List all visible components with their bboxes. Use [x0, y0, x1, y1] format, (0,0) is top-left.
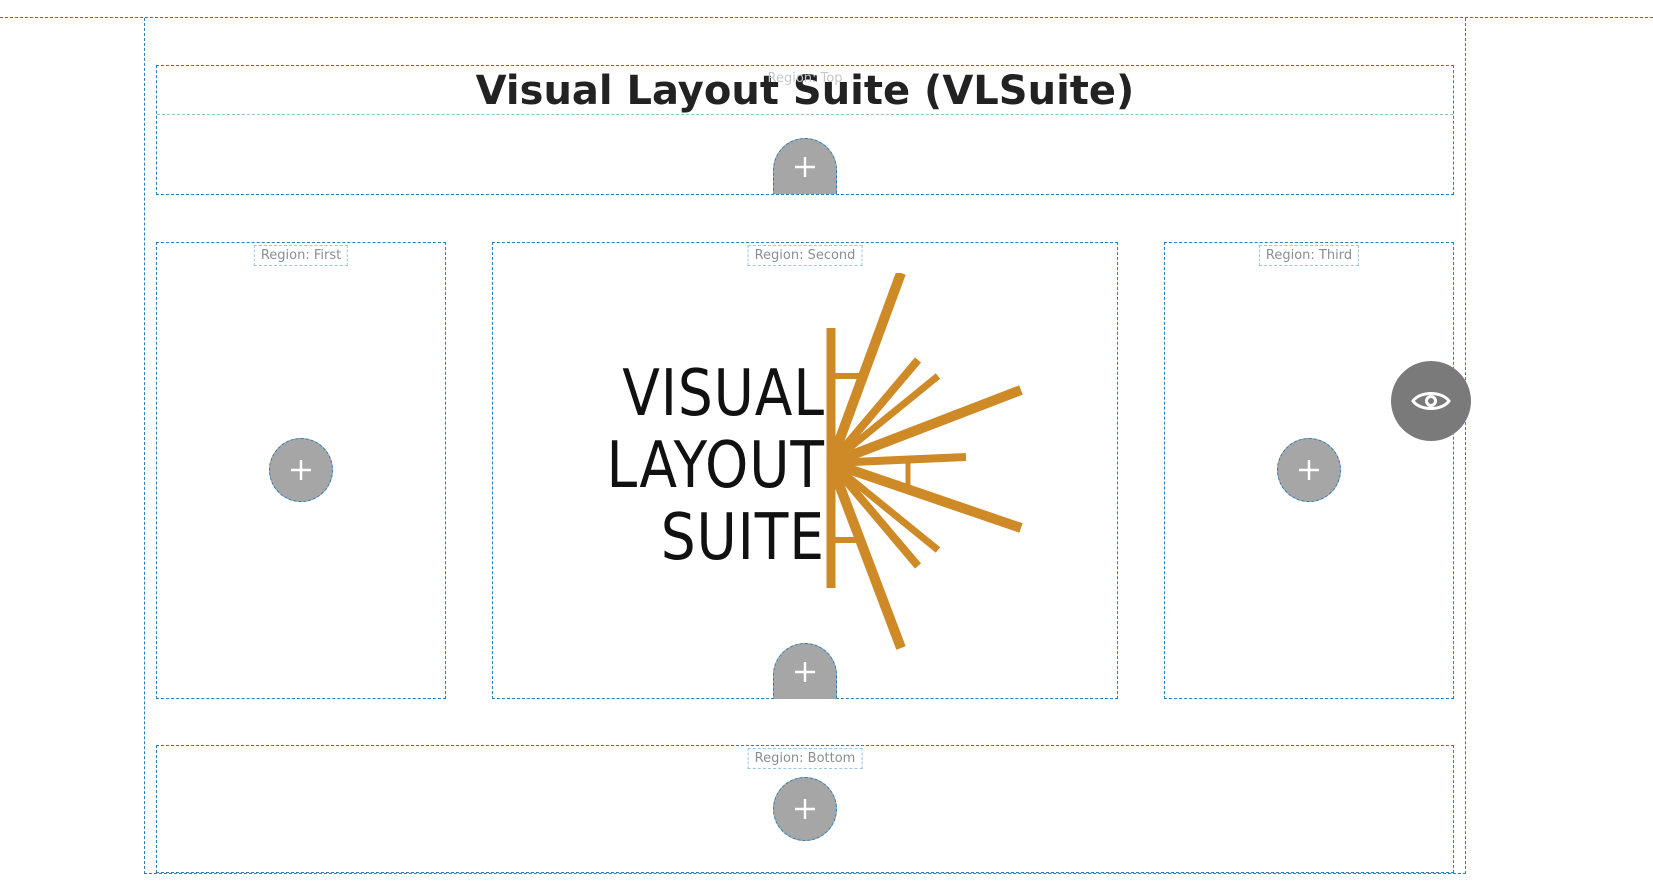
- logo-line: LAYOUT: [606, 429, 825, 503]
- plus-icon: [1299, 460, 1319, 480]
- region-bottom-label: Region: Bottom: [747, 748, 863, 769]
- add-block-button-third[interactable]: [1277, 438, 1341, 502]
- region-third: Region: Third: [1164, 242, 1454, 699]
- logo-line: SUITE: [660, 501, 825, 575]
- plus-icon: [795, 156, 815, 177]
- region-first: Region: First: [156, 242, 446, 699]
- region-first-label: Region: First: [253, 245, 349, 266]
- region-second-label: Region: Second: [747, 245, 863, 266]
- region-third-label: Region: Third: [1258, 245, 1360, 266]
- add-block-button-first[interactable]: [269, 438, 333, 502]
- logo-sunburst-icon: [826, 273, 1023, 650]
- region-top: Visual Layout Suite (VLSuite) Region: To…: [156, 65, 1454, 195]
- plus-icon: [291, 460, 311, 480]
- visual-layout-suite-logo: VISUAL LAYOUT SUITE: [553, 273, 1053, 653]
- add-block-button-second[interactable]: [773, 643, 837, 699]
- plus-icon: [795, 799, 815, 819]
- region-bottom: Region: Bottom: [156, 745, 1454, 873]
- add-block-button-bottom[interactable]: [773, 777, 837, 841]
- eye-icon: [1411, 392, 1451, 410]
- region-top-label: Region: Top: [767, 71, 843, 86]
- plus-icon: [795, 661, 815, 682]
- add-block-button-top[interactable]: [773, 138, 837, 194]
- layout-section: Visual Layout Suite (VLSuite) Region: To…: [144, 18, 1466, 874]
- region-second: Region: Second VISUAL LAYOUT SUITE: [492, 242, 1118, 699]
- logo-line: VISUAL: [622, 357, 825, 431]
- logo-text: VISUAL LAYOUT SUITE: [607, 358, 825, 574]
- preview-toggle-button[interactable]: [1391, 361, 1471, 441]
